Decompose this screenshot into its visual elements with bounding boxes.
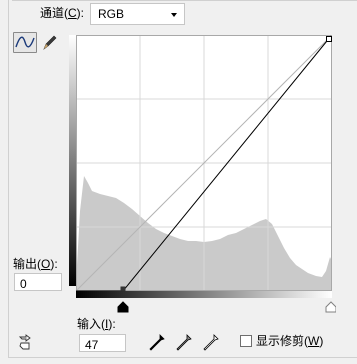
- curve-icon: [15, 36, 35, 48]
- input-field[interactable]: 47: [79, 334, 126, 352]
- show-clipping-checkbox[interactable]: [240, 335, 252, 347]
- eyedropper-gray-icon[interactable]: [175, 333, 193, 353]
- hand-adjust-icon[interactable]: [16, 334, 36, 352]
- eyedropper-white-icon[interactable]: [202, 333, 220, 353]
- output-label: 输出(O):: [13, 257, 58, 271]
- input-slider-track: [117, 301, 336, 313]
- black-point-slider[interactable]: [117, 301, 129, 313]
- curve-point-white[interactable]: [326, 36, 332, 42]
- chevron-down-icon: [171, 13, 177, 17]
- channel-value: RGB: [98, 7, 125, 21]
- input-value: 47: [85, 338, 99, 352]
- panel-top-border: [12, 0, 357, 1]
- output-gradient-bar: [69, 35, 76, 286]
- channel-select[interactable]: RGB: [90, 3, 185, 25]
- input-gradient-bar: [76, 291, 332, 298]
- pencil-tool-button[interactable]: [40, 32, 60, 53]
- output-value: 0: [20, 277, 27, 291]
- channel-label: 通道(C):: [40, 6, 85, 20]
- curves-graph[interactable]: [76, 35, 332, 291]
- curve-tool-button[interactable]: [13, 32, 37, 53]
- input-label: 输入(I):: [77, 317, 116, 331]
- white-point-slider[interactable]: [325, 301, 336, 313]
- panel-left-border: [8, 0, 9, 358]
- eyedropper-black-icon[interactable]: [148, 333, 166, 353]
- output-field[interactable]: 0: [14, 273, 62, 291]
- pencil-icon: [43, 35, 57, 50]
- panel-bottom-border: [8, 357, 357, 358]
- show-clipping-label: 显示修剪(W): [256, 334, 324, 348]
